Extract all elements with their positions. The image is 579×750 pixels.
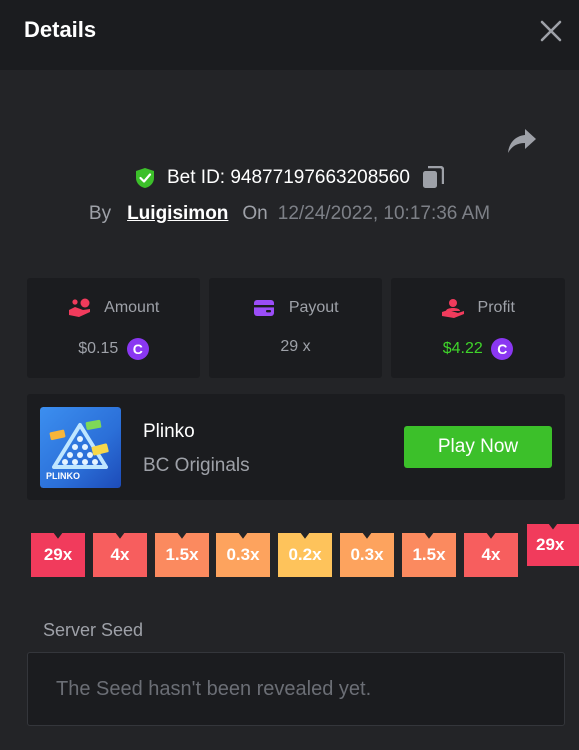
close-icon[interactable] (538, 18, 564, 44)
stat-card-amount: Amount $0.15 C (27, 278, 200, 378)
multiplier-slot: 4x (93, 533, 147, 577)
by-label: By (88, 203, 112, 224)
game-name[interactable]: Plinko (143, 421, 195, 443)
coin-icon: C (491, 338, 514, 360)
server-seed-placeholder: The Seed hasn't been revealed yet. (56, 678, 372, 700)
modal-header: Details (0, 0, 579, 70)
game-card: PLINKO Plinko BC Originals Play Now (27, 394, 565, 500)
multiplier-slot: 0.3x (340, 533, 394, 577)
plinko-thumb-label: PLINKO (46, 471, 80, 481)
copy-icon[interactable] (422, 166, 445, 190)
multiplier-slot: 29x (31, 533, 85, 577)
stat-value: 29 x (280, 338, 311, 355)
multiplier-slot: 0.3x (216, 533, 270, 577)
hand-coins-icon (68, 298, 90, 317)
bet-datetime: 12/24/2022, 10:17:36 AM (277, 203, 491, 224)
stat-card-payout: Payout 29 x (209, 278, 382, 378)
server-seed-label: Server Seed (43, 620, 144, 640)
bet-id: Bet ID: 94877197663208560 (167, 167, 410, 188)
coin-icon: C (126, 338, 149, 360)
bet-meta-row: By Luigisimon On 12/24/2022, 10:17:36 AM (0, 203, 579, 231)
stat-label: Amount (104, 299, 160, 316)
share-icon[interactable] (506, 126, 538, 156)
stat-label: Payout (288, 299, 339, 316)
multiplier-slot: 1.5x (402, 533, 456, 577)
hand-user-icon (442, 299, 465, 318)
username-link[interactable]: Luigisimon (127, 203, 228, 224)
stat-value: $0.15 (78, 340, 119, 357)
shield-check-icon (135, 168, 154, 188)
wallet-icon (254, 300, 275, 316)
stat-value: $4.22 (442, 340, 483, 357)
plinko-thumbnail[interactable]: PLINKO (40, 407, 121, 488)
multiplier-slot: 1.5x (155, 533, 209, 577)
bet-id-row: Bet ID: 94877197663208560 (0, 166, 579, 198)
on-label: On (242, 203, 268, 224)
multiplier-slot: 0.2x (278, 533, 332, 577)
multiplier-slot-active: 29x (527, 524, 579, 566)
stat-card-profit: Profit $4.22 C (391, 278, 565, 378)
play-now-button[interactable]: Play Now (404, 426, 552, 468)
stat-label: Profit (477, 299, 515, 316)
multiplier-slot: 4x (464, 533, 518, 577)
game-category: BC Originals (143, 455, 250, 476)
modal-title: Details (24, 17, 97, 42)
server-seed-box: The Seed hasn't been revealed yet. (27, 652, 565, 726)
